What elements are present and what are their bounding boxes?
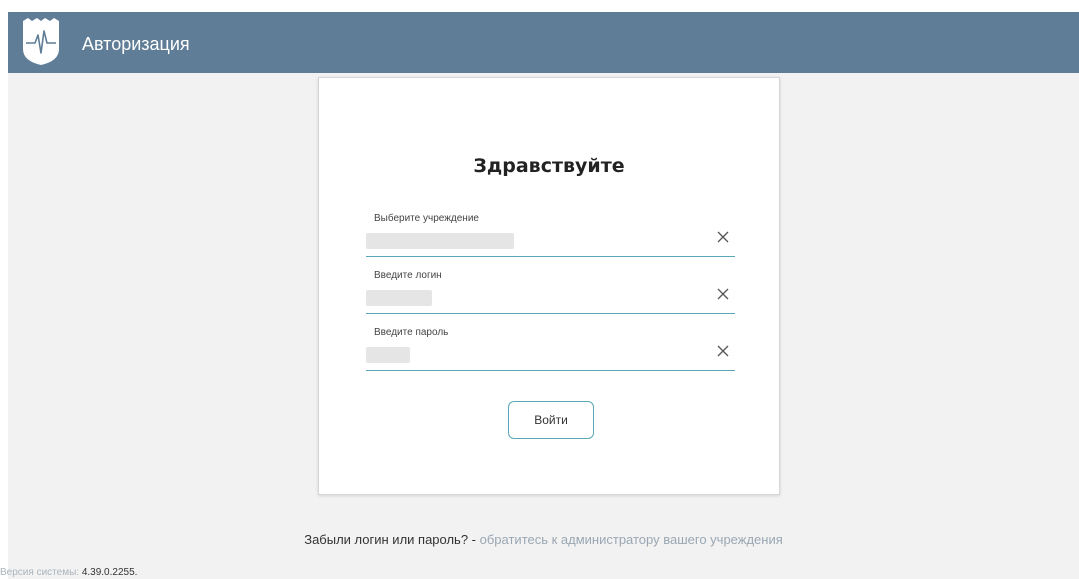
app-header: Авторизация: [8, 12, 1079, 73]
institution-label: Выберите учреждение: [374, 213, 479, 224]
city-emblem-heartbeat-icon: [23, 18, 59, 65]
forgot-separator: -: [468, 532, 480, 547]
login-card: Здравствуйте Выберите учреждение Введите…: [318, 77, 780, 495]
contact-admin-link[interactable]: обратитесь к администратору вашего учреж…: [480, 532, 783, 547]
version-label: Версия системы:: [0, 567, 82, 578]
header-title: Авторизация: [82, 34, 190, 54]
close-icon[interactable]: [715, 286, 731, 302]
login-button[interactable]: Войти: [508, 401, 594, 439]
institution-field: Выберите учреждение: [366, 213, 735, 257]
page-background: Авторизация Здравствуйте Выберите учрежд…: [0, 12, 1079, 579]
forgot-credentials: Забыли логин или пароль? - обратитесь к …: [8, 532, 1079, 547]
institution-underline: [366, 256, 735, 257]
password-input[interactable]: [366, 347, 410, 363]
greeting-heading: Здравствуйте: [473, 155, 625, 177]
version-number: 4.39.0.2255.: [81, 567, 138, 578]
login-input[interactable]: [366, 290, 432, 306]
login-underline: [366, 313, 735, 314]
close-icon[interactable]: [715, 229, 731, 245]
forgot-question: Забыли логин или пароль?: [304, 532, 469, 547]
password-field: Введите пароль: [366, 327, 735, 371]
password-label: Введите пароль: [374, 327, 449, 338]
login-label: Введите логин: [374, 270, 442, 281]
close-icon[interactable]: [715, 343, 731, 359]
login-field: Введите логин: [366, 270, 735, 314]
system-version: Версия системы: 4.39.0.2255.: [0, 567, 137, 578]
password-underline: [366, 370, 735, 371]
institution-input[interactable]: [366, 233, 514, 249]
